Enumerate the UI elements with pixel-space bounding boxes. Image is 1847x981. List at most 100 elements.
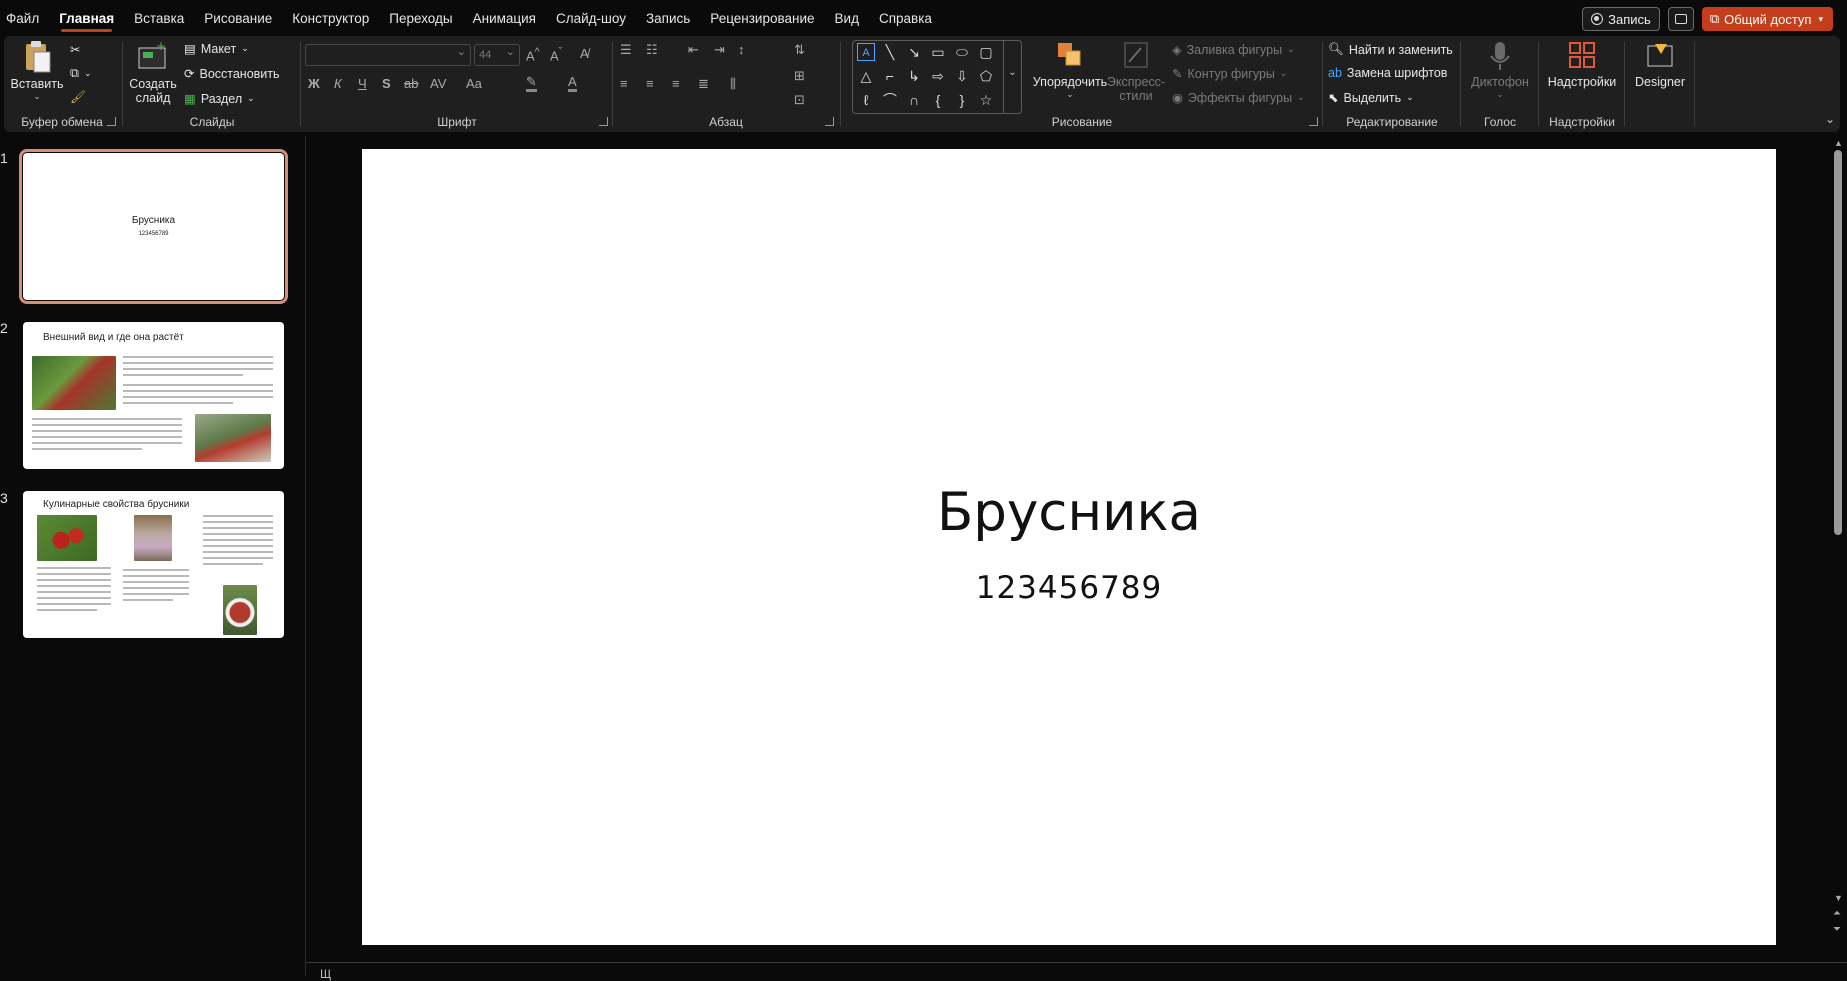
copy-icon: ⧉ <box>70 66 79 80</box>
tab-animations[interactable]: Анимация <box>463 0 546 36</box>
replace-fonts-icon: ab <box>1328 66 1342 80</box>
addins-button[interactable]: Надстройки <box>1540 40 1624 89</box>
drawing-launcher[interactable] <box>1309 117 1318 126</box>
tab-design[interactable]: Конструктор <box>282 0 379 36</box>
paste-button[interactable]: Вставить ⌄ <box>8 40 66 102</box>
slide-subtitle[interactable]: 123456789 <box>362 570 1776 606</box>
align-right-icon[interactable]: ≡ <box>672 76 680 91</box>
share-label: Общий доступ <box>1724 11 1812 27</box>
shape-outline-button[interactable]: ✎ Контур фигуры ⌄ <box>1172 66 1287 82</box>
group-drawing: Упорядочить ⌄ Экспресс-стили ◈ Заливка фи… <box>842 36 1322 132</box>
collapse-ribbon-icon[interactable]: ⌄ <box>1825 112 1835 126</box>
tab-record[interactable]: Запись <box>636 0 700 36</box>
scroll-thumb[interactable] <box>1834 150 1842 535</box>
cursor-icon: ⬉ <box>1328 91 1339 105</box>
clipboard-launcher[interactable] <box>107 117 116 126</box>
paste-label: Вставить <box>10 77 64 91</box>
thumbnail-slide-1[interactable]: Брусника 123456789 <box>19 149 288 304</box>
shape-outline-label: Контур фигуры <box>1187 66 1275 81</box>
font-launcher[interactable] <box>599 117 608 126</box>
quick-styles-button[interactable]: Экспресс-стили <box>1106 40 1166 103</box>
font-size-combo[interactable]: 44 <box>474 42 520 66</box>
justify-icon[interactable]: ≣ <box>698 76 709 92</box>
next-slide-icon[interactable]: ⏷ <box>1833 924 1841 935</box>
text-direction-icon[interactable]: ⇅ <box>794 42 805 58</box>
tab-draw[interactable]: Рисование <box>194 0 282 36</box>
align-center-icon[interactable]: ≡ <box>646 76 654 91</box>
tab-view[interactable]: Вид <box>825 0 869 36</box>
bullets-icon[interactable]: ☰ <box>620 42 632 58</box>
shadow-button[interactable]: S <box>382 76 391 91</box>
columns-icon[interactable]: ⫼ <box>730 76 736 92</box>
cut-button[interactable]: ✂ <box>70 42 80 57</box>
find-replace-button[interactable]: 🔍︎ Найти и заменить <box>1328 42 1453 57</box>
font-color-icon[interactable]: A <box>568 74 577 92</box>
smartart-icon[interactable]: ⊡ <box>794 92 805 108</box>
share-button[interactable]: ⧉ Общий доступ ▾ <box>1701 7 1833 31</box>
shape-effects-button[interactable]: ◉ Эффекты фигуры ⌄ <box>1172 90 1305 106</box>
tab-insert[interactable]: Вставка <box>124 0 194 36</box>
reset-button[interactable]: ⟳ Восстановить <box>184 66 280 82</box>
highlight-icon[interactable]: ✎ <box>526 74 537 92</box>
select-button[interactable]: ⬉ Выделить ⌄ <box>1328 90 1414 106</box>
paragraph-launcher[interactable] <box>825 117 834 126</box>
layout-button[interactable]: ▤ Макет ⌄ <box>184 41 249 57</box>
align-text-icon[interactable]: ⊞ <box>794 68 805 84</box>
strike-button[interactable]: ab <box>404 76 418 91</box>
format-painter-button[interactable]: 🖌 <box>70 90 86 105</box>
notes-pane[interactable]: Щ <box>306 962 1847 981</box>
scroll-up-icon[interactable]: ▲ <box>1834 138 1843 148</box>
chevron-down-icon: ⌄ <box>241 43 249 53</box>
dictate-label: Диктофон <box>1471 75 1529 89</box>
tab-file[interactable]: Файл <box>0 0 49 36</box>
clear-format-icon[interactable]: A̸ <box>580 46 589 61</box>
change-case-button[interactable]: Aa <box>466 76 482 91</box>
tab-transitions[interactable]: Переходы <box>379 0 462 36</box>
numbering-icon[interactable]: ☷ <box>646 42 658 58</box>
copy-button[interactable]: ⧉ ⌄ <box>70 66 91 81</box>
designer-button[interactable]: Designer <box>1626 40 1694 89</box>
tab-slideshow[interactable]: Слайд-шоу <box>546 0 636 36</box>
previous-slide-icon[interactable]: ⏶ <box>1833 908 1841 919</box>
slide-title[interactable]: Брусника <box>362 482 1776 543</box>
quick-styles-icon <box>1124 42 1148 68</box>
brush-icon: 🖌 <box>70 90 86 104</box>
tab-home[interactable]: Главная <box>49 0 124 36</box>
thumbnail-slide-2[interactable]: Внешний вид и где она растёт <box>23 322 284 469</box>
thumbnail-title: Кулинарные свойства брусники <box>43 499 190 510</box>
indent-icon[interactable]: ⇥ <box>714 42 725 58</box>
bold-button[interactable]: Ж <box>308 76 320 91</box>
replace-fonts-button[interactable]: ab Замена шрифтов <box>1328 66 1447 80</box>
chevron-down-icon: ▾ <box>1818 13 1823 24</box>
group-designer: Designer <box>1626 36 1694 132</box>
shape-fill-button[interactable]: ◈ Заливка фигуры ⌄ <box>1172 42 1295 58</box>
record-button[interactable]: Запись <box>1582 7 1660 31</box>
select-label: Выделить <box>1343 90 1402 105</box>
font-grow-icon[interactable]: A^ <box>526 46 540 63</box>
chevron-down-icon: ⌄ <box>1406 92 1414 102</box>
char-spacing-button[interactable]: AV <box>430 76 446 91</box>
thumbnail-slide-3[interactable]: Кулинарные свойства брусники <box>23 491 284 638</box>
fill-bucket-icon: ◈ <box>1172 43 1182 57</box>
outdent-icon[interactable]: ⇤ <box>688 42 699 58</box>
comments-button[interactable] <box>1667 7 1694 31</box>
tab-review[interactable]: Рецензирование <box>700 0 824 36</box>
group-label-editing: Редактирование <box>1346 115 1438 129</box>
new-slide-button[interactable]: + Создать слайд <box>128 39 178 105</box>
align-left-icon[interactable]: ≡ <box>620 76 628 91</box>
scroll-down-icon[interactable]: ▼ <box>1834 893 1843 903</box>
notes-text: Щ <box>320 967 332 981</box>
section-button[interactable]: ▦ Раздел ⌄ <box>184 91 255 107</box>
line-spacing-icon[interactable]: ↕ <box>738 42 745 57</box>
underline-button[interactable]: Ч <box>358 76 367 91</box>
tab-help[interactable]: Справка <box>869 0 942 36</box>
dictate-button[interactable]: Диктофон ⌄ <box>1462 40 1538 100</box>
ribbon: Вставить ⌄ ✂ ⧉ ⌄ 🖌 Буфер обмена + Создать… <box>4 36 1840 132</box>
vertical-scrollbar[interactable]: ▲ ▼ ⏶ ⏷ <box>1829 136 1847 962</box>
font-name-combo[interactable] <box>305 42 471 66</box>
current-slide[interactable]: Брусника 123456789 <box>362 149 1776 945</box>
chevron-down-icon: ⌄ <box>247 93 255 103</box>
font-shrink-icon[interactable]: Aˇ <box>550 46 562 63</box>
italic-button[interactable]: К <box>334 76 342 91</box>
arrange-button[interactable]: Упорядочить ⌄ <box>1030 40 1110 100</box>
